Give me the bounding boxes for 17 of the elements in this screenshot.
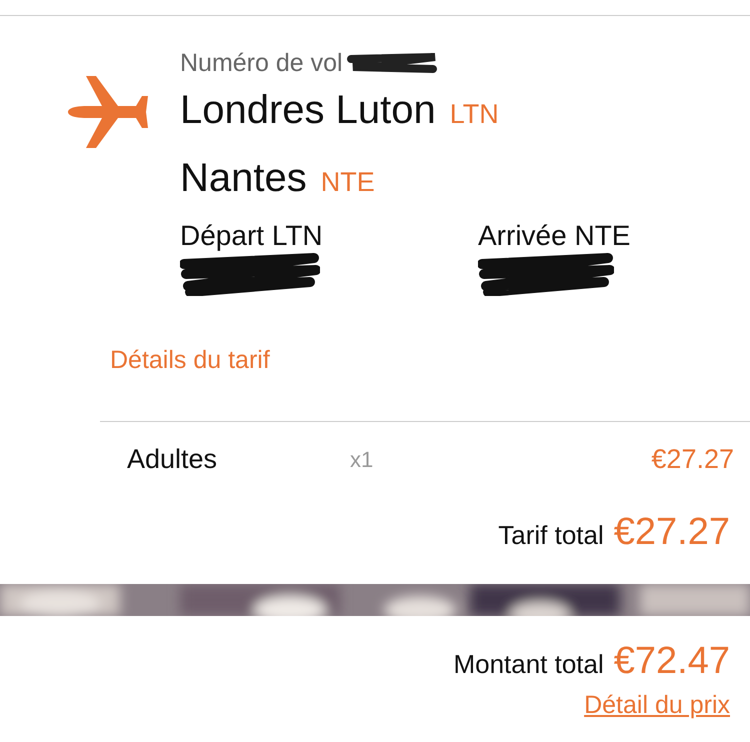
grand-total-label: Montant total xyxy=(453,649,604,680)
passenger-type: Adultes xyxy=(127,444,218,475)
destination-city: Nantes xyxy=(180,156,307,201)
passenger-quantity: x1 xyxy=(350,446,374,472)
departure-label: Départ LTN xyxy=(180,220,324,252)
airplane-icon xyxy=(68,76,148,148)
fare-total-label: Tarif total xyxy=(498,520,604,551)
price-details-link[interactable]: Détail du prix xyxy=(584,691,730,720)
arrival-label: Arrivée NTE xyxy=(478,220,632,252)
fare-details-link[interactable]: Détails du tarif xyxy=(110,346,750,375)
fare-price: €27.27 xyxy=(651,444,734,475)
origin-code: LTN xyxy=(450,99,499,130)
flight-number-label: Numéro de vol xyxy=(180,48,343,78)
origin-city: Londres Luton xyxy=(180,88,436,133)
grand-total-amount: €72.47 xyxy=(614,640,730,683)
fare-total-amount: €27.27 xyxy=(614,511,730,554)
destination-code: NTE xyxy=(320,167,375,198)
